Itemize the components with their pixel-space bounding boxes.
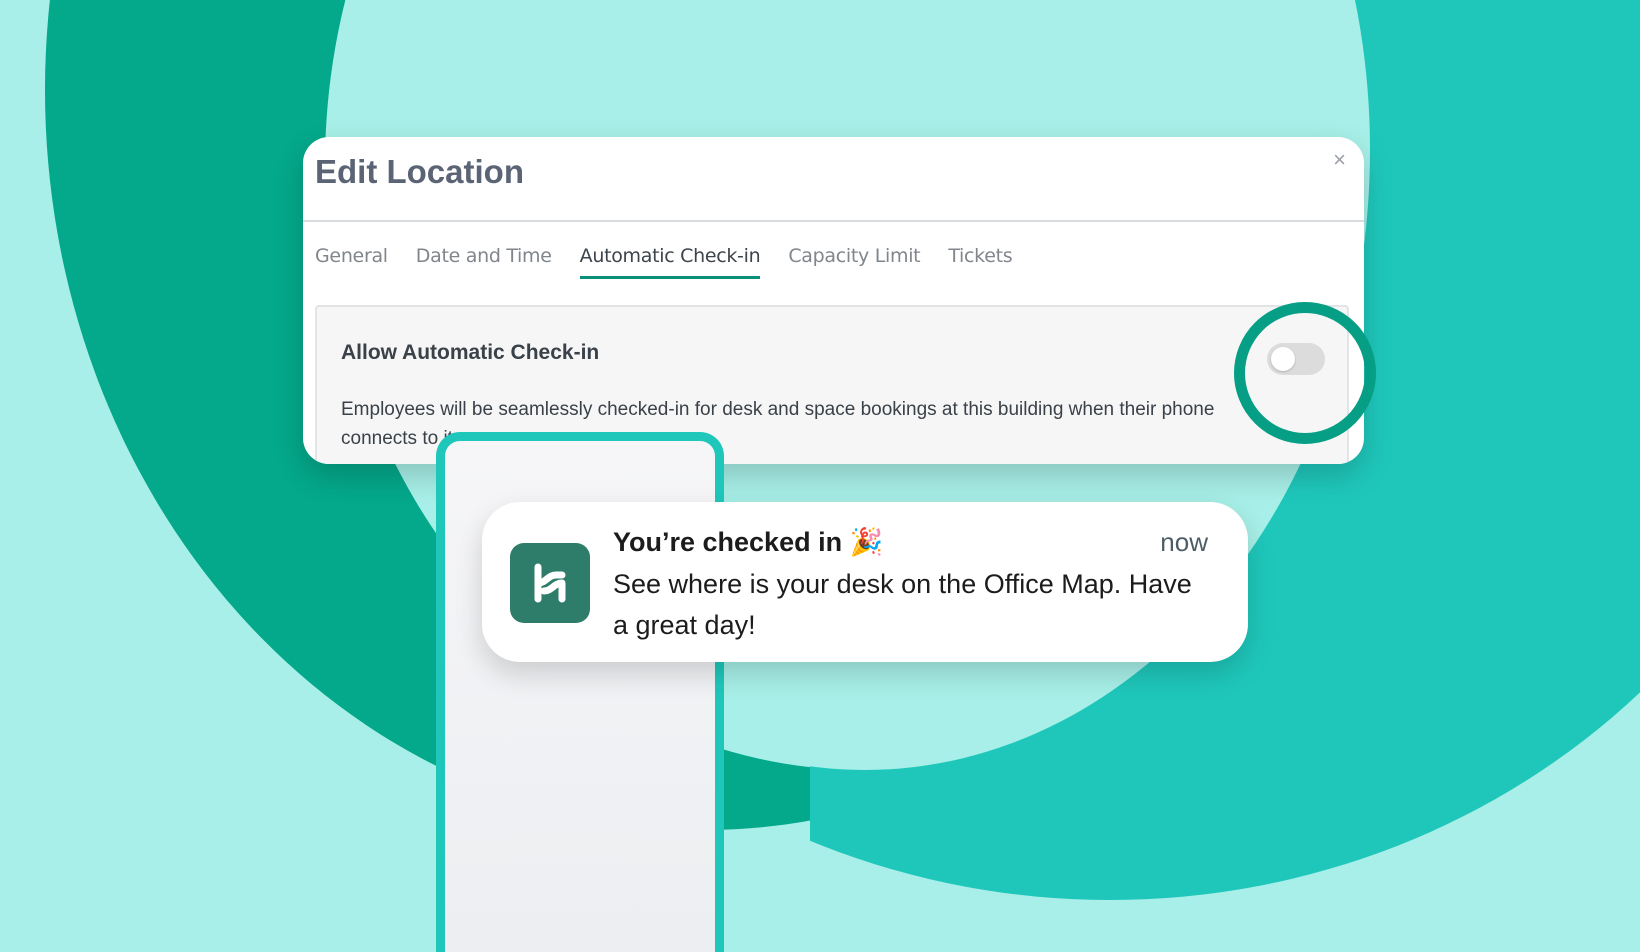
notification-time: now (1160, 527, 1208, 557)
tab-automatic-check-in[interactable]: Automatic Check-in (579, 245, 761, 279)
check-in-notification[interactable]: You’re checked in 🎉 now See where is you… (482, 502, 1248, 662)
modal-title: Edit Location (315, 153, 524, 190)
setting-title: Allow Automatic Check-in (341, 341, 600, 364)
tab-general[interactable]: General (315, 245, 388, 279)
app-logo-icon (510, 543, 590, 623)
tab-date-and-time[interactable]: Date and Time (416, 245, 552, 279)
notification-title: You’re checked in 🎉 (613, 527, 884, 557)
edit-location-modal: Edit Location × General Date and Time Au… (303, 137, 1364, 464)
tab-tickets[interactable]: Tickets (948, 245, 1012, 279)
toggle-highlight-ring (1234, 302, 1376, 444)
tab-capacity-limit[interactable]: Capacity Limit (788, 245, 920, 279)
close-icon[interactable]: × (1333, 147, 1346, 173)
modal-divider (303, 220, 1364, 222)
tab-bar: General Date and Time Automatic Check-in… (315, 245, 1013, 279)
notification-body: See where is your desk on the Office Map… (613, 569, 1192, 640)
